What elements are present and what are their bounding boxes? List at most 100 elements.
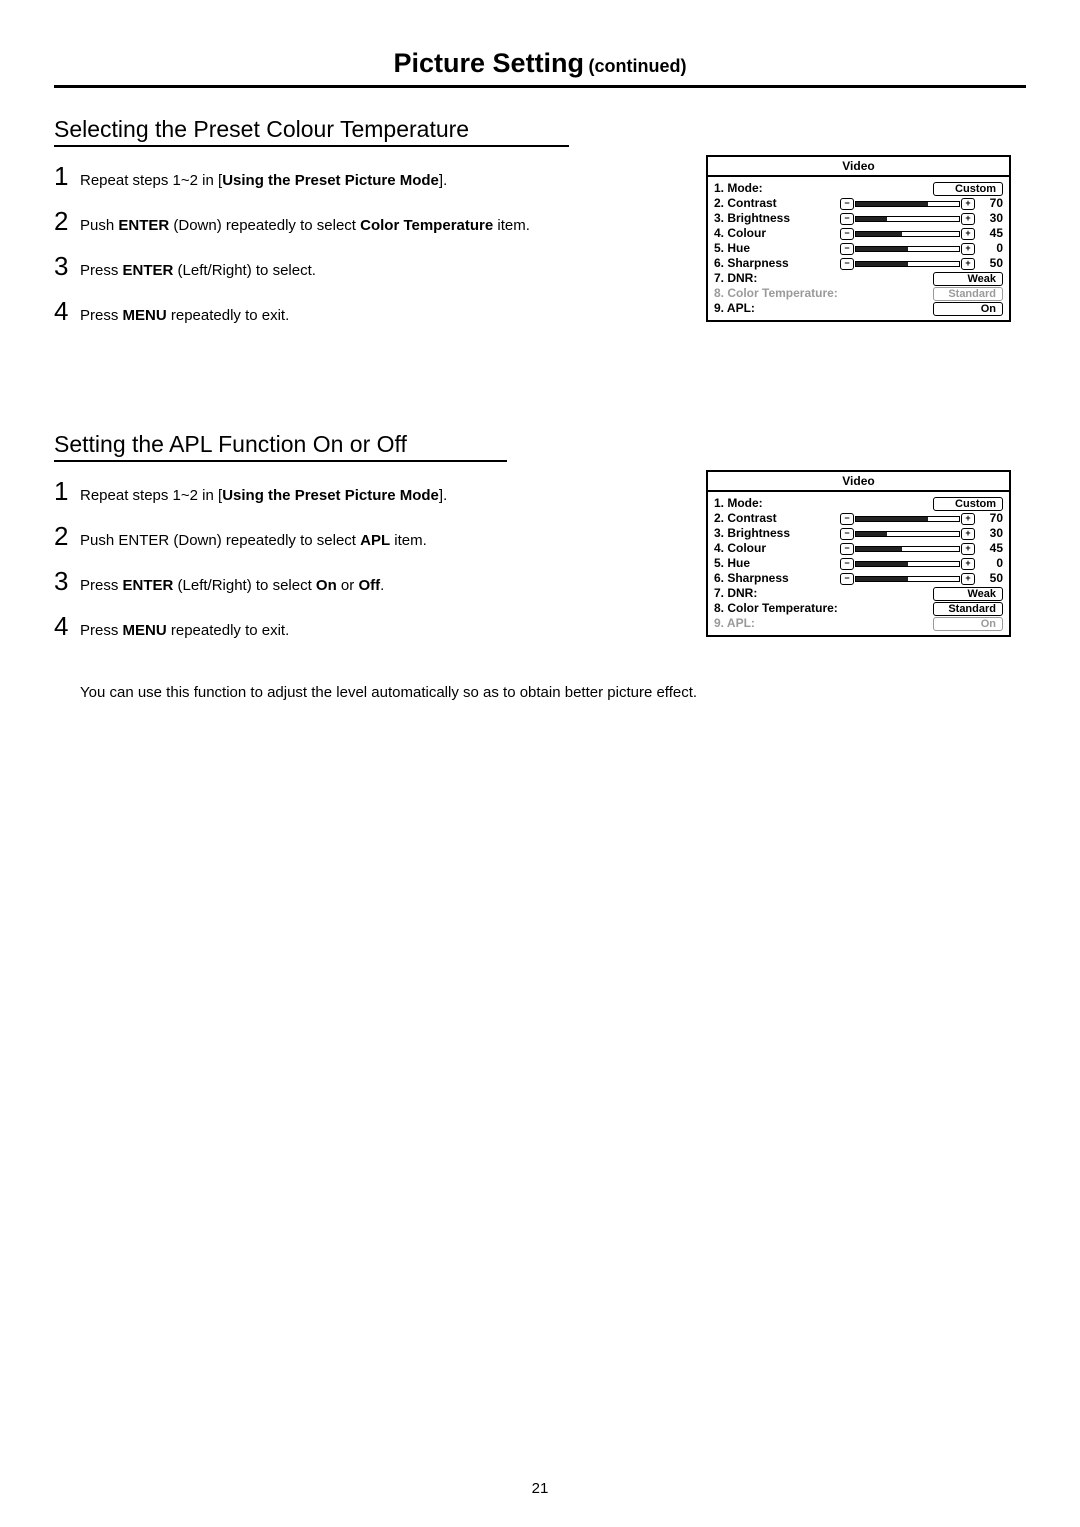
osd-label: 5. Hue [714,241,840,256]
bold-text: MENU [123,307,167,324]
osd-slider: − + [840,543,975,555]
slider-fill [856,517,928,521]
osd-slider: − + [840,513,975,525]
text: Push [80,217,118,234]
slider-track [855,261,960,267]
osd-row-colour: 4. Colour − + 45 [714,541,1003,556]
plus-icon: + [961,198,975,210]
osd-value: Custom [933,497,1003,511]
minus-icon: − [840,228,854,240]
osd-value: On [933,617,1003,631]
osd-label: 8. Color Temperature: [714,601,840,616]
osd-row-mode: 1. Mode: Custom [714,496,1003,511]
osd-label: 5. Hue [714,556,840,571]
plus-icon: + [961,243,975,255]
osd-label: 9. APL: [714,616,840,631]
bold-text: ENTER [123,262,174,279]
osd-value: 50 [975,571,1003,586]
step-number: 1 [54,476,80,507]
minus-icon: − [840,543,854,555]
slider-track [855,201,960,207]
two-column-layout: 1 Repeat steps 1~2 in [Using the Preset … [54,155,1026,341]
plus-icon: + [961,558,975,570]
bold-text: On [316,577,337,594]
osd-value: 45 [975,541,1003,556]
text: (Down) repeatedly to select [169,217,360,234]
text: Press [80,622,123,639]
osd-value: 30 [975,526,1003,541]
osd-label: 1. Mode: [714,496,840,511]
osd-slider: − + [840,228,975,240]
step-number: 3 [54,251,80,282]
step-3: 3 Press ENTER (Left/Right) to select On … [54,566,686,597]
osd-slider: − + [840,213,975,225]
osd-value-wrap: Custom [933,182,1003,196]
osd-label: 3. Brightness [714,526,840,541]
slider-fill [856,562,908,566]
osd-row-hue: 5. Hue − + 0 [714,241,1003,256]
plus-icon: + [961,573,975,585]
osd-label: 7. DNR: [714,586,840,601]
osd-row-colortemp: 8. Color Temperature: Standard [714,601,1003,616]
minus-icon: − [840,513,854,525]
minus-icon: − [840,213,854,225]
osd-value: 45 [975,226,1003,241]
steps-column: 1 Repeat steps 1~2 in [Using the Preset … [54,155,706,341]
osd-slider: − + [840,558,975,570]
plus-icon: + [961,543,975,555]
osd-value-wrap: On [933,302,1003,316]
note-text: You can use this function to adjust the … [80,684,1026,701]
text: Press [80,307,123,324]
bold-text: Using the Preset Picture Mode [222,172,439,189]
step-4: 4 Press MENU repeatedly to exit. [54,611,686,642]
step-number: 3 [54,566,80,597]
slider-fill [856,262,908,266]
osd-value: Standard [933,602,1003,616]
text: Repeat steps 1~2 in [ [80,172,222,189]
step-1: 1 Repeat steps 1~2 in [Using the Preset … [54,161,686,192]
osd-slider: − + [840,243,975,255]
osd-row-colortemp: 8. Color Temperature: Standard [714,286,1003,301]
osd-row-hue: 5. Hue − + 0 [714,556,1003,571]
bold-text: Off [358,577,380,594]
steps-column: 1 Repeat steps 1~2 in [Using the Preset … [54,470,706,656]
osd-value: 70 [975,196,1003,211]
osd-value: Weak [933,272,1003,286]
plus-icon: + [961,228,975,240]
slider-track [855,231,960,237]
minus-icon: − [840,558,854,570]
osd-row-brightness: 3. Brightness − + 30 [714,526,1003,541]
slider-fill [856,217,887,221]
text: item. [390,532,427,549]
text: (Left/Right) to select. [173,262,316,279]
osd-row-apl: 9. APL: On [714,616,1003,631]
step-2: 2 Push ENTER (Down) repeatedly to select… [54,206,686,237]
slider-fill [856,547,902,551]
osd-value: Standard [933,287,1003,301]
osd-value-wrap: Weak [933,272,1003,286]
osd-title: Video [708,157,1009,177]
step-text: Repeat steps 1~2 in [Using the Preset Pi… [80,487,447,504]
text: Push ENTER (Down) repeatedly to select [80,532,360,549]
bold-text: Color Temperature [360,217,493,234]
bold-text: APL [360,532,390,549]
osd-slider: − + [840,258,975,270]
osd-value: 50 [975,256,1003,271]
osd-column: Video 1. Mode: Custom 2. Contrast − + 70… [706,155,1026,322]
section-apl: Setting the APL Function On or Off 1 Rep… [54,431,1026,701]
text: ]. [439,172,447,189]
section-heading: Setting the APL Function On or Off [54,431,507,462]
manual-page: Picture Setting (continued) Selecting th… [0,0,1080,1527]
slider-fill [856,577,908,581]
osd-slider: − + [840,198,975,210]
plus-icon: + [961,513,975,525]
text: repeatedly to exit. [167,622,290,639]
page-number: 21 [0,1480,1080,1497]
minus-icon: − [840,258,854,270]
osd-value: 30 [975,211,1003,226]
osd-body: 1. Mode: Custom 2. Contrast − + 70 3. Br… [708,177,1009,320]
text: Press [80,577,123,594]
step-number: 4 [54,611,80,642]
osd-label: 4. Colour [714,226,840,241]
osd-panel-2: Video 1. Mode: Custom 2. Contrast − + 70… [706,470,1011,637]
